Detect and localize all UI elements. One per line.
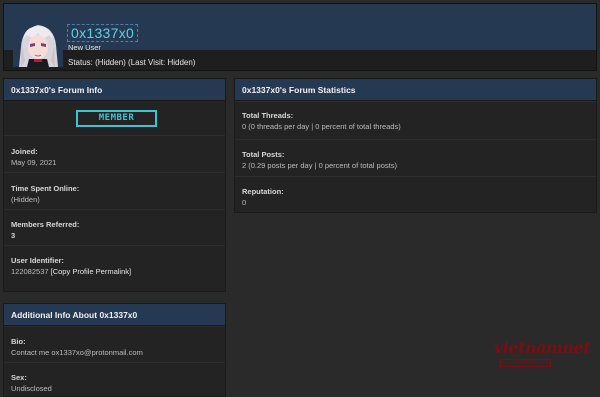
- additional-info-title: Additional Info About 0x1337x0: [4, 304, 225, 326]
- total-threads-label: Total Threads:: [242, 111, 294, 120]
- profile-usertitle: New User: [68, 43, 101, 52]
- forum-stats-panel: 0x1337x0's Forum Statistics Total Thread…: [234, 78, 597, 213]
- time-online-label: Time Spent Online:: [11, 184, 80, 193]
- reputation-value: 0: [242, 198, 247, 207]
- bio-value: Contact me ox1337xo@protonmail.com: [11, 348, 143, 357]
- profile-username: 0x1337x0: [67, 24, 139, 42]
- total-posts-row: Total Posts: 2 (0.29 posts per day | 0 p…: [235, 139, 596, 176]
- user-identifier-number: 122082537: [11, 267, 49, 276]
- joined-row: Joined: May 09, 2021: [4, 135, 225, 172]
- profile-header: 0x1337x0 New User Status: (Hidden) (Last…: [3, 3, 597, 71]
- sex-label: Sex:: [11, 373, 27, 382]
- vietnamnet-watermark: vietnamnet VIETNAMNET.VN: [486, 338, 591, 374]
- avatar[interactable]: [13, 17, 63, 67]
- time-online-value: (Hidden): [11, 195, 40, 204]
- total-threads-row: Total Threads: 0 (0 threads per day | 0 …: [235, 101, 596, 139]
- members-referred-value: 3: [11, 231, 16, 240]
- forum-info-title: 0x1337x0's Forum Info: [4, 79, 225, 101]
- total-posts-label: Total Posts:: [242, 150, 285, 159]
- additional-info-panel: Additional Info About 0x1337x0 Bio: Cont…: [3, 303, 226, 397]
- sex-row: Sex: Undisclosed: [4, 362, 225, 397]
- user-identifier-row: User Identifier: 122082537 [Copy Profile…: [4, 245, 225, 281]
- sex-value: Undisclosed: [11, 384, 52, 393]
- bio-label: Bio:: [11, 337, 26, 346]
- watermark-main: vietnamnet: [494, 338, 591, 357]
- forum-info-panel: 0x1337x0's Forum Info MEMBER Joined: May…: [3, 78, 226, 292]
- joined-value: May 09, 2021: [11, 158, 57, 167]
- profile-status: Status: (Hidden) (Last Visit: Hidden): [68, 58, 196, 67]
- forum-stats-title: 0x1337x0's Forum Statistics: [235, 79, 596, 101]
- members-referred-label: Members Referred:: [11, 220, 80, 229]
- watermark-sub: VIETNAMNET.VN: [500, 359, 552, 367]
- members-referred-row: Members Referred: 3: [4, 209, 225, 245]
- rank-badge: MEMBER: [76, 110, 157, 127]
- total-threads-value: 0 (0 threads per day | 0 percent of tota…: [242, 122, 401, 131]
- profile-page: 0x1337x0 New User Status: (Hidden) (Last…: [0, 0, 600, 397]
- total-posts-value: 2 (0.29 posts per day | 0 percent of tot…: [242, 161, 397, 170]
- user-identifier-value: 122082537 [Copy Profile Permalink]: [11, 267, 218, 276]
- bio-row: Bio: Contact me ox1337xo@protonmail.com: [4, 326, 225, 362]
- joined-label: Joined:: [11, 147, 38, 156]
- reputation-label: Reputation:: [242, 187, 284, 196]
- time-online-row: Time Spent Online: (Hidden): [4, 172, 225, 209]
- reputation-row: Reputation: 0: [235, 176, 596, 212]
- user-identifier-label: User Identifier:: [11, 256, 64, 265]
- rank-row: MEMBER: [4, 101, 225, 135]
- copy-permalink-link[interactable]: [Copy Profile Permalink]: [51, 267, 131, 276]
